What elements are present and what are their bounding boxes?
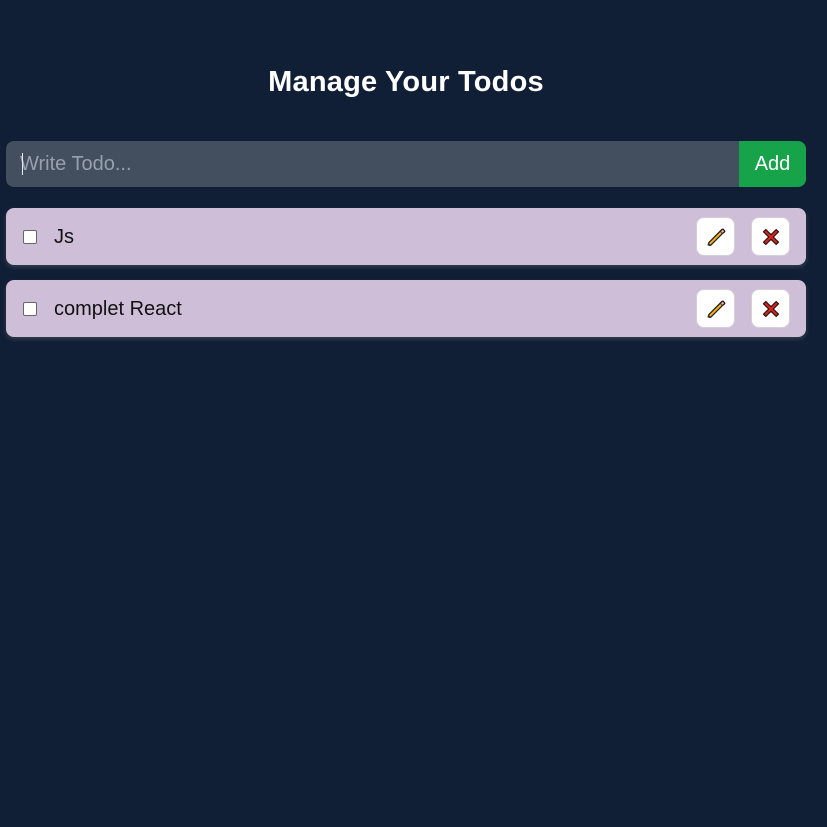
pencil-icon	[707, 228, 725, 246]
pencil-icon	[707, 300, 725, 318]
delete-button[interactable]	[751, 217, 790, 256]
todo-list: Js complet React	[6, 208, 806, 352]
edit-button[interactable]	[696, 289, 735, 328]
todo-text: Js	[54, 225, 74, 248]
todo-item: complet React	[6, 280, 806, 337]
edit-button[interactable]	[696, 217, 735, 256]
add-button[interactable]: Add	[739, 141, 806, 187]
todo-text: complet React	[54, 297, 182, 320]
todo-checkbox[interactable]	[23, 229, 37, 244]
todo-item: Js	[6, 208, 806, 265]
todo-input[interactable]	[6, 141, 739, 187]
text-cursor	[22, 153, 23, 175]
todo-checkbox[interactable]	[23, 301, 37, 316]
delete-button[interactable]	[751, 289, 790, 328]
todo-app: Manage Your Todos Add Js	[0, 0, 827, 827]
cross-icon	[762, 228, 779, 245]
todo-form: Add	[6, 141, 806, 187]
cross-icon	[762, 300, 779, 317]
page-title: Manage Your Todos	[268, 66, 544, 98]
